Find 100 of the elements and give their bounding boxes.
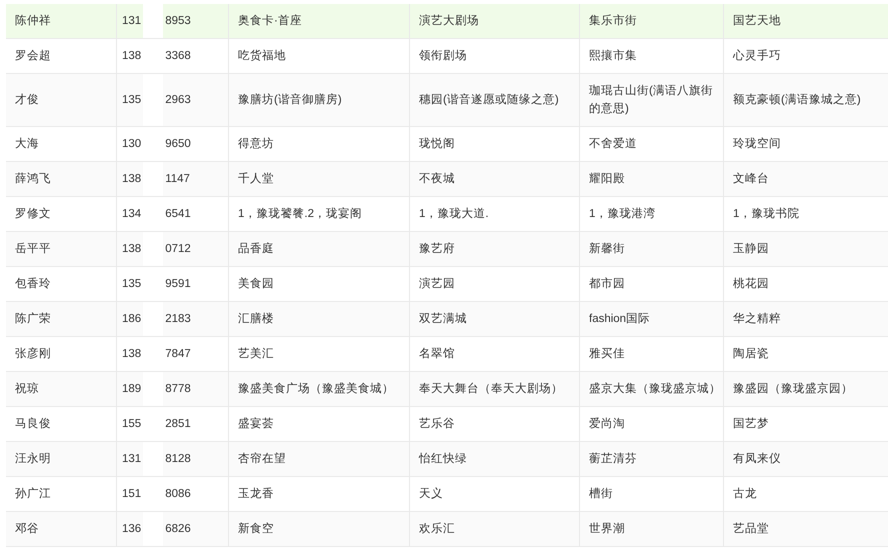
table-cell: 罗会超 — [6, 39, 117, 73]
table-cell: 豫盛美食广场（豫盛美食城） — [229, 372, 410, 406]
phone-number-end: 2963 — [165, 93, 191, 108]
phone-number-start: 130 — [122, 137, 142, 152]
table-cell: 奉天大舞台（奉天大剧场） — [410, 372, 580, 406]
table-cell: 盛京大集（豫珑盛京城） — [580, 372, 724, 406]
table-cell: 怡红快绿 — [410, 442, 580, 476]
phone-number-end: 8086 — [165, 487, 191, 502]
phone-number-start: 186 — [122, 312, 142, 327]
table-cell: 珑悦阁 — [410, 127, 580, 161]
phone-number-start: 131 — [122, 452, 142, 467]
table-cell: 都市园 — [580, 267, 724, 301]
table-cell: 奥食卡·首座 — [229, 4, 410, 38]
table-cell: 世界潮 — [580, 512, 724, 546]
table-cell: 爱尚淘 — [580, 407, 724, 441]
table-cell: fashion国际 — [580, 302, 724, 336]
table-cell: 艺美汇 — [229, 337, 410, 371]
table-cell: 邓谷 — [6, 512, 117, 546]
table-cell: 名翠馆 — [410, 337, 580, 371]
table-cell: 珈琨古山街(满语八旗街的意思) — [580, 74, 724, 126]
phone-number-end: 2851 — [165, 417, 191, 432]
phone-number-start: 135 — [122, 93, 142, 108]
phone-number-start: 138 — [122, 242, 142, 257]
table-cell: 张彦刚 — [6, 337, 117, 371]
table-cell: 祝琼 — [6, 372, 117, 406]
table-cell-text: 额克豪顿(满语豫城之意) — [732, 92, 862, 108]
phone-number-end: 8953 — [165, 14, 191, 29]
table-cell-text: 豫盛园（豫珑盛京园） — [732, 382, 854, 397]
table-cell: 领衔剧场 — [410, 39, 580, 73]
phone-number-start: 135 — [122, 277, 142, 292]
table-cell: 吃货福地 — [229, 39, 410, 73]
phone-number-end: 2183 — [165, 312, 191, 327]
phone-number-start: 155 — [122, 417, 142, 432]
table-cell: 千人堂 — [229, 162, 410, 196]
phone-number-end: 0712 — [165, 242, 191, 257]
table-cell-text: 国艺天地 — [732, 14, 782, 29]
phone-number-start: 189 — [122, 382, 142, 397]
table-cell-text: 华之精粹 — [732, 311, 782, 327]
table-cell: 天义 — [410, 477, 580, 511]
table-cell: 欢乐汇 — [410, 512, 580, 546]
table-cell: 槽街 — [580, 477, 724, 511]
table-cell: 双艺满城 — [410, 302, 580, 336]
table-cell-text: 1，豫珑书院 — [732, 206, 800, 222]
table-cell: 1，豫珑饕餮.2，珑宴阁 — [229, 197, 410, 231]
table-cell: 1，豫珑大道. — [410, 197, 580, 231]
table-cell: 雅买佳 — [580, 337, 724, 371]
table-cell-text: 心灵手巧 — [732, 48, 782, 64]
table-cell: 汪永明 — [6, 442, 117, 476]
table-cell-text: 有凤来仪 — [732, 452, 782, 467]
phone-number-end: 1147 — [165, 172, 190, 187]
table-cell: 1，豫珑港湾 — [580, 197, 724, 231]
table-cell: 岳平平 — [6, 232, 117, 266]
phone-number-end: 7847 — [165, 347, 191, 362]
table-cell: 玉龙香 — [229, 477, 410, 511]
phone-number-start: 151 — [122, 487, 142, 502]
table-cell: 耀阳殿 — [580, 162, 724, 196]
table-cell: 艺乐谷 — [410, 407, 580, 441]
table-cell-text: 陶居瓷 — [732, 346, 770, 362]
table-cell: 薛鸿飞 — [6, 162, 117, 196]
table-cell: 孙广江 — [6, 477, 117, 511]
table-cell: 大海 — [6, 127, 117, 161]
table-cell: 陈广荣 — [6, 302, 117, 336]
table-cell: 杏帘在望 — [229, 442, 410, 476]
table-cell: 马良俊 — [6, 407, 117, 441]
phone-number-end: 8778 — [165, 382, 191, 397]
phone-number-end: 3368 — [165, 49, 191, 64]
table-cell: 才俊 — [6, 74, 117, 126]
phone-number-end: 8128 — [165, 452, 191, 467]
phone-number-start: 138 — [122, 172, 142, 187]
table-cell: 穗园(谐音遂愿或随缘之意) — [410, 74, 580, 126]
table-cell-text: 桃花园 — [732, 276, 770, 292]
table-cell: 品香庭 — [229, 232, 410, 266]
table-cell: 美食园 — [229, 267, 410, 301]
table-cell: 盛宴荟 — [229, 407, 410, 441]
table-cell: 不舍爱道 — [580, 127, 724, 161]
table-cell: 陈仲祥 — [6, 4, 117, 38]
table-cell: 豫膳坊(谐音御膳房) — [229, 74, 410, 126]
phone-number-end: 6826 — [165, 522, 191, 537]
phone-number-end: 9650 — [165, 137, 191, 152]
table-cell: 集乐市街 — [580, 4, 724, 38]
phone-number-end: 6541 — [165, 207, 191, 222]
table-cell: 不夜城 — [410, 162, 580, 196]
table-cell-text: 国艺梦 — [732, 416, 770, 432]
table-cell: 演艺园 — [410, 267, 580, 301]
phone-number-start: 136 — [122, 522, 142, 537]
table-cell-text: 古龙 — [732, 486, 758, 502]
table-cell: 罗修文 — [6, 197, 117, 231]
phone-number-end: 9591 — [165, 277, 191, 292]
phone-number-start: 138 — [122, 49, 142, 64]
table-cell: 熙攘市集 — [580, 39, 724, 73]
table-cell: 蘅芷清芬 — [580, 442, 724, 476]
table-cell: 新食空 — [229, 512, 410, 546]
table-cell-text: 玉静园 — [732, 242, 770, 257]
table-cell-text: 玲珑空间 — [732, 136, 782, 152]
table-cell: 演艺大剧场 — [410, 4, 580, 38]
table-cell-text: 文峰台 — [732, 172, 770, 187]
table-cell: 包香玲 — [6, 267, 117, 301]
table-cell: 新馨街 — [580, 232, 724, 266]
table-cell: 汇膳楼 — [229, 302, 410, 336]
table-cell: 豫艺府 — [410, 232, 580, 266]
